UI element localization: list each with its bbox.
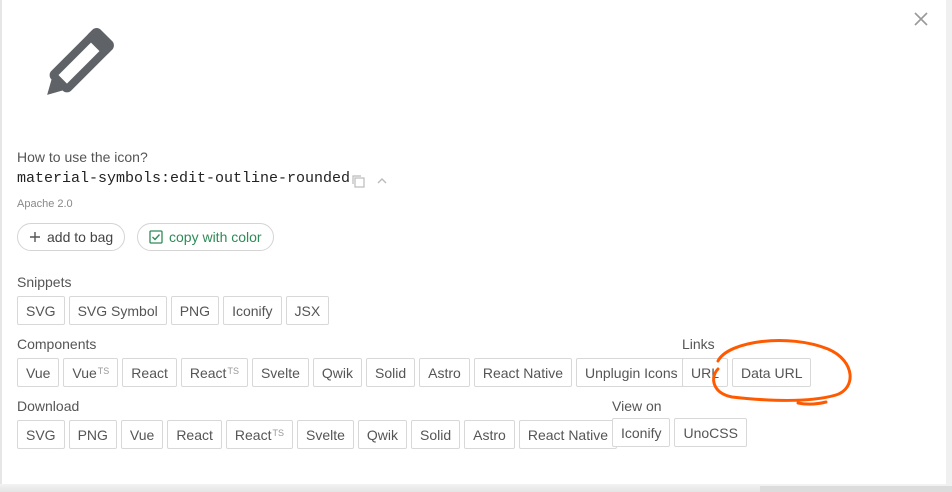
components-qwik-button[interactable]: Qwik	[312, 358, 363, 387]
snippets-row: SVG SVG Symbol PNG Iconify JSX	[17, 296, 330, 325]
view-on-unocss-button[interactable]: UnoCSS	[674, 418, 747, 447]
view-on-row: Iconify UnoCSS	[612, 418, 747, 447]
typescript-badge: TS	[272, 427, 284, 438]
snippets-svg-symbol-button[interactable]: SVG Symbol	[68, 296, 167, 325]
button-label: SVG	[26, 426, 56, 443]
button-label: UnoCSS	[683, 424, 738, 441]
usage-title: How to use the icon?	[17, 149, 148, 165]
button-label: Data URL	[741, 364, 803, 381]
license-text: Apache 2.0	[17, 198, 73, 210]
close-icon[interactable]	[912, 10, 930, 28]
button-label: JSX	[294, 302, 321, 319]
typescript-badge: TS	[227, 365, 239, 376]
download-vue-button[interactable]: Vue	[120, 420, 164, 449]
download-title: Download	[17, 398, 80, 414]
button-label: Solid	[420, 426, 452, 443]
typescript-badge: TS	[97, 365, 110, 376]
button-label: Iconify	[621, 424, 662, 441]
snippets-svg-button[interactable]: SVG	[17, 296, 65, 325]
components-astro-button[interactable]: Astro	[419, 358, 470, 387]
button-label: SVG Symbol	[77, 302, 158, 319]
components-vue-button[interactable]: Vue	[17, 358, 60, 387]
download-row: SVG PNG Vue React React TS Svelte Qwik Solid Astr…	[17, 420, 618, 449]
checkbox-icon	[149, 230, 163, 244]
right-edge	[946, 0, 952, 492]
button-label: Vue	[26, 364, 51, 381]
components-react-button[interactable]: React	[122, 358, 177, 387]
button-label: Svelte	[305, 426, 345, 443]
button-label: React	[131, 364, 168, 381]
button-label: Vue	[129, 426, 155, 443]
button-label: URL	[691, 364, 720, 381]
chevron-up-icon[interactable]	[374, 173, 390, 194]
button-label: React	[234, 426, 272, 443]
snippets-jsx-button[interactable]: JSX	[285, 296, 330, 325]
horizontal-scrollbar[interactable]	[760, 486, 952, 492]
components-react-ts-button[interactable]: React TS	[180, 358, 248, 387]
components-svelte-button[interactable]: Svelte	[251, 358, 309, 387]
download-react-ts-button[interactable]: React TS	[225, 420, 293, 449]
add-to-bag-button[interactable]: add to bag	[17, 223, 126, 251]
download-solid-button[interactable]: Solid	[411, 420, 461, 449]
components-solid-button[interactable]: Solid	[366, 358, 416, 387]
button-label: Astro	[473, 426, 506, 443]
button-label: Qwik	[321, 364, 354, 381]
button-label: Iconify	[232, 302, 273, 319]
plus-icon	[29, 231, 41, 243]
download-react-native-button[interactable]: React Native	[518, 420, 618, 449]
components-row: Vue Vue TS React React TS Svelte Qwik Solid Astro…	[17, 358, 687, 387]
button-label: Qwik	[366, 426, 399, 443]
view-on-title: View on	[612, 398, 662, 414]
links-row: URL Data URL	[682, 358, 812, 387]
button-label: Vue	[72, 364, 97, 381]
button-label: React Native	[482, 364, 563, 381]
download-astro-button[interactable]: Astro	[464, 420, 515, 449]
copy-icon[interactable]	[350, 173, 366, 194]
components-unplugin-icons-button[interactable]: Unplugin Icons	[576, 358, 687, 387]
download-qwik-button[interactable]: Qwik	[357, 420, 408, 449]
copy-with-color-button[interactable]: copy with color	[137, 223, 274, 251]
button-label: React	[176, 426, 213, 443]
components-title: Components	[17, 336, 97, 352]
snippets-title: Snippets	[17, 274, 72, 290]
snippets-iconify-button[interactable]: Iconify	[223, 296, 282, 325]
copy-with-color-label: copy with color	[169, 229, 262, 245]
add-to-bag-label: add to bag	[47, 229, 114, 245]
button-label: Astro	[428, 364, 461, 381]
button-label: React Native	[527, 426, 609, 443]
download-svg-button[interactable]: SVG	[17, 420, 65, 449]
button-label: Unplugin Icons	[585, 364, 678, 381]
download-svelte-button[interactable]: Svelte	[296, 420, 354, 449]
button-label: PNG	[77, 426, 108, 443]
view-on-iconify-button[interactable]: Iconify	[612, 418, 671, 447]
links-data-url-button[interactable]: Data URL	[732, 358, 812, 387]
icon-name[interactable]: material-symbols:edit-outline-rounded	[17, 170, 350, 187]
components-vue-ts-button[interactable]: Vue TS	[63, 358, 119, 387]
button-label: React	[189, 364, 227, 381]
links-url-button[interactable]: URL	[682, 358, 729, 387]
button-label: PNG	[179, 302, 211, 319]
pencil-icon	[28, 22, 120, 114]
button-label: SVG	[26, 302, 56, 319]
links-title: Links	[682, 336, 715, 352]
download-png-button[interactable]: PNG	[68, 420, 117, 449]
button-label: Solid	[375, 364, 407, 381]
components-react-native-button[interactable]: React Native	[473, 358, 572, 387]
snippets-png-button[interactable]: PNG	[170, 296, 220, 325]
download-react-button[interactable]: React	[167, 420, 222, 449]
button-label: Svelte	[260, 364, 300, 381]
left-edge	[0, 0, 2, 492]
